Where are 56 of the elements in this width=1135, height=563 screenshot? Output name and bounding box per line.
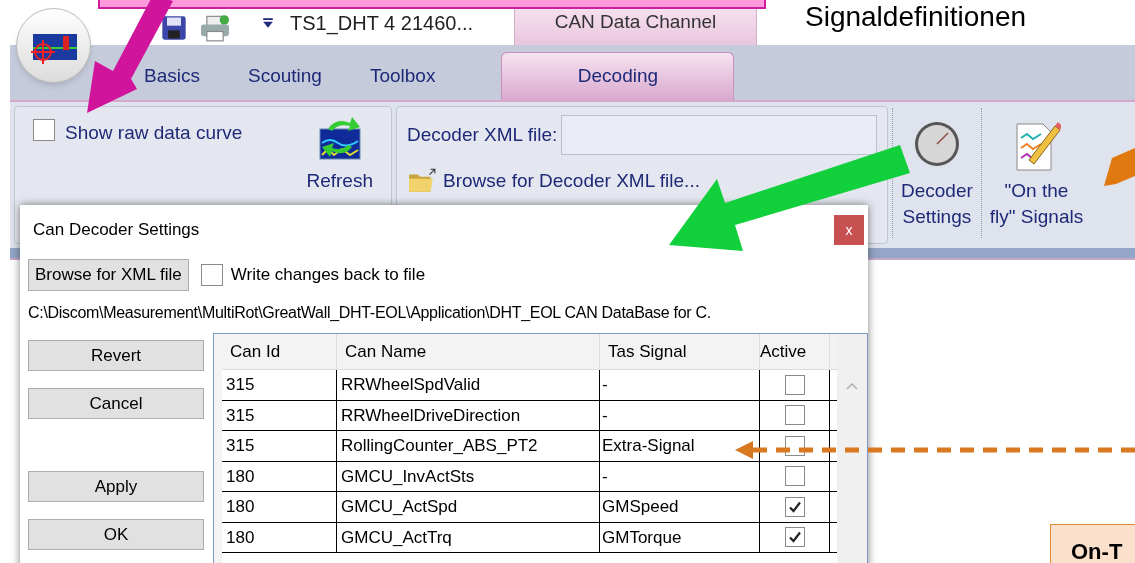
ribbon-tab[interactable]: Basics [142, 59, 202, 93]
table-cell: 315 [222, 370, 337, 400]
table-cell: - [600, 461, 760, 491]
dialog-button[interactable]: OK [28, 519, 204, 550]
slide-heading: Signaldefinitionen [805, 0, 1027, 34]
checkbox[interactable] [200, 264, 223, 286]
checkbox-label: Show raw data curve [65, 121, 243, 145]
table-cell: GMTorque [600, 522, 760, 552]
table-cell: - [600, 370, 760, 400]
knob-icon [912, 120, 961, 168]
checkbox[interactable] [784, 435, 805, 456]
checkbox[interactable] [784, 405, 805, 426]
checkbox[interactable] [784, 496, 805, 517]
ribbon-tab[interactable]: Decoding [501, 52, 735, 100]
dialog-button[interactable]: Apply [28, 471, 204, 502]
column-header[interactable]: Tas Signal [600, 334, 760, 369]
browse-button[interactable]: Browse for XML file [28, 259, 189, 291]
table-cell: RRWheelSpdValid [337, 370, 600, 400]
close-button[interactable]: x [834, 215, 864, 245]
table-cell: GMCU_ActSpd [337, 492, 600, 522]
column-header[interactable]: Active [760, 334, 830, 369]
folder-icon [407, 168, 437, 195]
table-cell: - [600, 400, 760, 430]
column-header[interactable]: Can Id [222, 334, 337, 369]
table-cell: RRWheelDriveDirection [337, 400, 600, 430]
table-cell: GMSpeed [600, 492, 760, 522]
field-label: Decoder XML file: [407, 122, 558, 147]
dialog-button[interactable]: Cancel [28, 388, 204, 419]
callout-text: On-T [1071, 539, 1123, 563]
dropdown-icon[interactable] [262, 16, 274, 29]
ribbon-tab[interactable]: Toolbox [367, 59, 438, 93]
file-path: C:\Discom\Measurement\MultiRot\GreatWall_DHT-EOL\Application\DHT_EOL CAN DataBase for C. [27, 303, 712, 323]
checkbox[interactable] [33, 119, 55, 141]
checkbox-label: Write changes back to file [230, 264, 426, 287]
dialog-button[interactable]: Revert [28, 340, 204, 371]
table-cell: 180 [222, 522, 337, 552]
xml-file-field[interactable] [561, 115, 877, 155]
scroll-up-icon[interactable] [846, 382, 858, 390]
table-cell: GMCU_InvActSts [337, 461, 600, 491]
table-cell: RollingCounter_ABS_PT2 [337, 431, 600, 461]
table-cell: 180 [222, 461, 337, 491]
printer-icon[interactable] [198, 13, 232, 42]
table-cell: 315 [222, 400, 337, 430]
ribbon-button[interactable]: "On the fly" Signals [981, 108, 1092, 238]
dialog-title: Can Decoder Settings [33, 219, 200, 242]
checkbox[interactable] [784, 527, 805, 548]
table-cell: GMCU_ActTrq [337, 522, 600, 552]
ribbon-tab[interactable]: Scouting [245, 59, 324, 93]
browse-link[interactable]: Browse for Decoder XML file... [407, 167, 700, 196]
table-cell: 180 [222, 492, 337, 522]
window-title: TS1_DHT 4 21460... [290, 10, 475, 37]
checkbox[interactable] [784, 466, 805, 487]
column-header[interactable]: Can Name [337, 334, 600, 369]
table-cell: 315 [222, 431, 337, 461]
save-icon[interactable] [160, 13, 188, 42]
checkbox[interactable] [784, 374, 805, 395]
